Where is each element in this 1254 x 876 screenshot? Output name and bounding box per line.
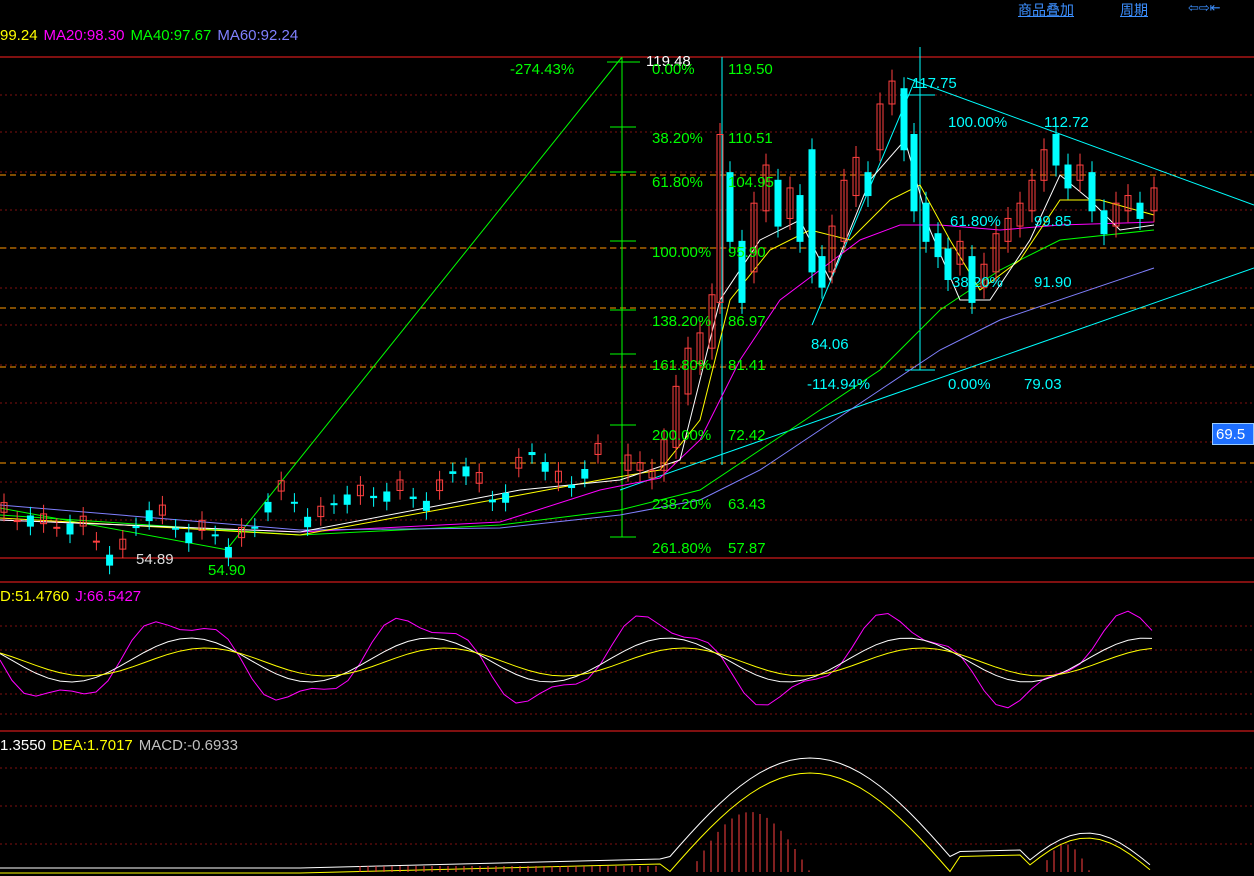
candle (922, 202, 930, 242)
fib-level-pct: 161.80% (652, 357, 711, 374)
fib2-label: 99.85 (1034, 213, 1072, 230)
candle (26, 515, 34, 527)
candle (774, 179, 782, 227)
candle (1136, 202, 1144, 219)
candle (172, 527, 180, 530)
fib2-label: 117.75 (912, 75, 957, 92)
fib-ratio-label: -274.43% (510, 61, 574, 78)
candle (488, 499, 496, 503)
candle (528, 452, 536, 456)
fib-diagonal (227, 56, 623, 549)
fib2-label: 0.00% (948, 376, 991, 393)
fib-level-pct: 0.00% (652, 61, 695, 78)
low-right-label: 54.90 (208, 562, 246, 579)
fib2-label: 84.06 (811, 336, 849, 353)
fib-level-pct: 200.00% (652, 427, 711, 444)
candle (934, 233, 942, 258)
fib-level-price: 95.90 (728, 244, 766, 261)
fib2-label: -114.94% (807, 376, 870, 393)
fib2-label: 112.72 (1044, 114, 1089, 131)
candle (224, 546, 232, 558)
candle (409, 496, 417, 500)
candle (900, 88, 908, 151)
candle (185, 532, 193, 544)
fib2-diagonal (811, 79, 916, 326)
candle (818, 256, 826, 288)
ma5-line (0, 138, 1155, 533)
candle (106, 554, 114, 566)
candle (944, 248, 952, 280)
fib2-label: 38.20% (952, 274, 1003, 291)
fib-level-pct: 261.80% (652, 540, 711, 557)
fib-level-price: 104.95 (728, 174, 774, 191)
candle (145, 510, 153, 522)
candle (910, 134, 918, 212)
fib-level-price: 86.97 (728, 313, 766, 330)
fib2-label: 79.03 (1024, 376, 1062, 393)
ma60-line (0, 267, 1155, 531)
candle (502, 492, 510, 503)
fib-level-price: 72.42 (728, 427, 766, 444)
candle (581, 469, 589, 479)
candle (343, 494, 351, 505)
candle (304, 516, 312, 528)
low-left-label: 54.89 (136, 551, 174, 568)
candle (251, 526, 259, 529)
candle (66, 523, 74, 535)
fib-level-price: 57.87 (728, 540, 766, 557)
fib2-label: 61.80% (950, 213, 1001, 230)
candle (92, 540, 100, 543)
macd-dif-line (0, 757, 1151, 869)
candle (449, 471, 457, 474)
fib-level-pct: 138.20% (652, 313, 711, 330)
macd-dea-line (0, 772, 1151, 874)
candle (290, 501, 298, 504)
fib-level-pct: 238.20% (652, 496, 711, 513)
candle (462, 466, 470, 477)
candles (0, 69, 1158, 575)
candle (568, 484, 576, 489)
fib-level-price: 110.51 (728, 130, 773, 147)
fib-level-pct: 38.20% (652, 130, 703, 147)
candle (370, 495, 378, 499)
fib-level-pct: 61.80% (652, 174, 703, 191)
fib-level-price: 63.43 (728, 496, 766, 513)
candle (330, 503, 338, 506)
candle (13, 520, 21, 523)
candle (264, 501, 272, 513)
fib-level-price: 119.50 (728, 61, 773, 78)
fib2-label: 100.00% (948, 114, 1007, 131)
candle (1100, 210, 1108, 235)
candle (383, 491, 391, 502)
stock-chart[interactable]: 54.8954.90119.48-274.43% 0.00% 119.5038.20… (0, 0, 1254, 876)
candle (796, 195, 804, 242)
fib-level-pct: 100.00% (652, 244, 711, 261)
candle (541, 462, 549, 472)
candle (132, 526, 140, 529)
candle (422, 500, 430, 511)
current-price-badge: 69.5 (1212, 423, 1254, 445)
fib2-label: 91.90 (1034, 274, 1072, 291)
candle (1052, 134, 1060, 166)
candle (1064, 164, 1072, 189)
candle (1088, 172, 1096, 212)
candle (808, 149, 816, 273)
candle (53, 526, 61, 529)
fib-level-price: 81.41 (728, 357, 766, 374)
candle (211, 534, 219, 537)
candle (864, 172, 872, 197)
